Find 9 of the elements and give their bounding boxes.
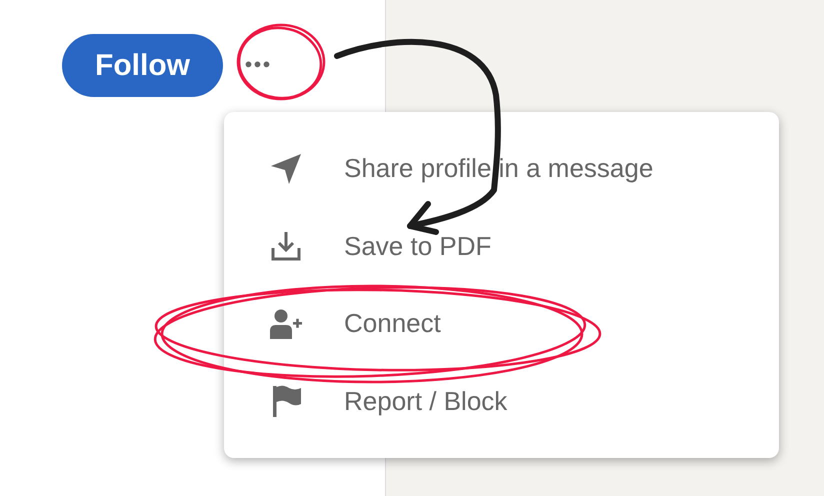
menu-item[interactable]: Report / Block (224, 385, 779, 418)
paper-plane-icon (270, 152, 302, 185)
download-icon (270, 230, 302, 262)
flag-icon (270, 385, 302, 418)
follow-button[interactable]: Follow (62, 34, 223, 97)
menu-item[interactable]: Save to PDF (224, 230, 779, 262)
menu-item[interactable]: Share profile in a message (224, 152, 779, 185)
add-person-icon (270, 308, 302, 340)
menu-item[interactable]: Connect (224, 308, 779, 340)
